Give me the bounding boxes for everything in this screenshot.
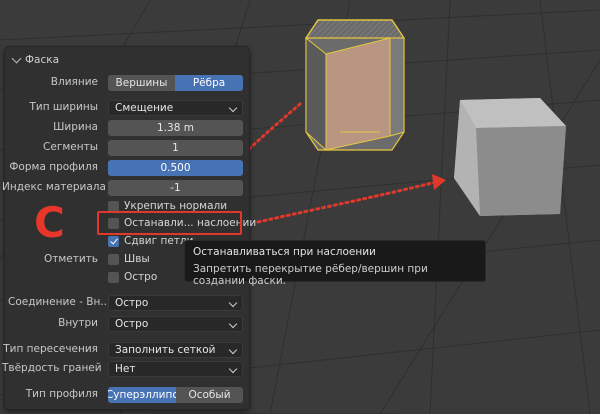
- material-index-field[interactable]: -1: [108, 180, 243, 196]
- width-type-value: Смещение: [115, 102, 174, 114]
- profile-type-label: Тип профиля: [25, 388, 98, 400]
- profile-shape-label: Форма профиля: [9, 161, 98, 173]
- chevron-down-icon: [228, 103, 238, 113]
- tooltip-title: Останавливаться при наслоении: [193, 246, 376, 258]
- face-strength-value: Нет: [115, 363, 136, 375]
- affect-label: Влияние: [50, 76, 98, 88]
- miter-inner-dropdown[interactable]: Остро: [108, 316, 243, 332]
- intersection-type-value: Заполнить сеткой: [115, 344, 216, 356]
- material-index-label: Индекс материала: [2, 181, 106, 193]
- affect-toggle: Вершины Рёбра: [108, 75, 243, 91]
- miter-inner-value: Остро: [115, 318, 149, 330]
- intersection-type-dropdown[interactable]: Заполнить сеткой: [108, 342, 243, 358]
- miter-outer-dropdown[interactable]: Остро: [108, 295, 243, 311]
- width-field[interactable]: 1.38 m: [108, 120, 243, 136]
- mark-seams-label: Швы: [124, 253, 150, 265]
- loop-slide-checkbox[interactable]: Сдвиг петли: [108, 234, 193, 248]
- width-type-dropdown[interactable]: Смещение: [108, 100, 243, 116]
- checkbox-box[interactable]: [108, 271, 119, 283]
- chevron-down-icon: [228, 298, 238, 308]
- affect-option-vertices[interactable]: Вершины: [108, 75, 175, 91]
- face-strength-dropdown[interactable]: Нет: [108, 361, 243, 377]
- width-type-label: Тип ширины: [29, 101, 98, 113]
- panel-header[interactable]: Фаска: [11, 53, 60, 67]
- chevron-down-icon: [228, 319, 238, 329]
- chevron-down-icon[interactable]: [11, 53, 22, 64]
- mark-label: Отметить: [43, 253, 98, 265]
- segments-field[interactable]: 1: [108, 140, 243, 156]
- mark-sharp-label: Остро: [124, 271, 158, 283]
- profile-type-option-superellipse[interactable]: Суперэллипс: [108, 387, 178, 403]
- annotation-letter: C: [34, 198, 65, 247]
- miter-outer-label: Соединение - Вн...: [8, 296, 111, 308]
- mark-seams-checkbox[interactable]: Швы: [108, 252, 150, 266]
- highlight-frame: [97, 211, 242, 235]
- affect-option-edges[interactable]: Рёбра: [175, 75, 243, 91]
- profile-type-option-custom[interactable]: Особый: [176, 387, 243, 403]
- intersection-type-label: Тип пересечения: [3, 343, 98, 355]
- reference-cube: [454, 98, 566, 216]
- miter-inner-label: Внутри: [58, 317, 98, 329]
- tooltip: Останавливаться при наслоении Запретить …: [184, 240, 486, 287]
- checkbox-box[interactable]: [108, 253, 119, 265]
- mark-sharp-checkbox[interactable]: Остро: [108, 270, 157, 284]
- tooltip-description: Запретить перекрытие рёбер/вершин при со…: [193, 263, 428, 287]
- chevron-down-icon: [228, 345, 238, 355]
- checkbox-box[interactable]: [108, 200, 119, 212]
- profile-type-toggle: Суперэллипс Особый: [108, 387, 243, 403]
- miter-outer-value: Остро: [115, 297, 149, 309]
- beveled-object: [304, 19, 406, 152]
- profile-shape-slider[interactable]: 0.500: [108, 160, 243, 176]
- chevron-down-icon: [228, 364, 238, 374]
- checkbox-box-checked[interactable]: [108, 235, 119, 247]
- width-label: Ширина: [53, 121, 98, 133]
- face-strength-label: Твёрдость граней: [2, 362, 102, 374]
- panel-title: Фаска: [25, 54, 60, 66]
- segments-label: Сегменты: [43, 141, 98, 153]
